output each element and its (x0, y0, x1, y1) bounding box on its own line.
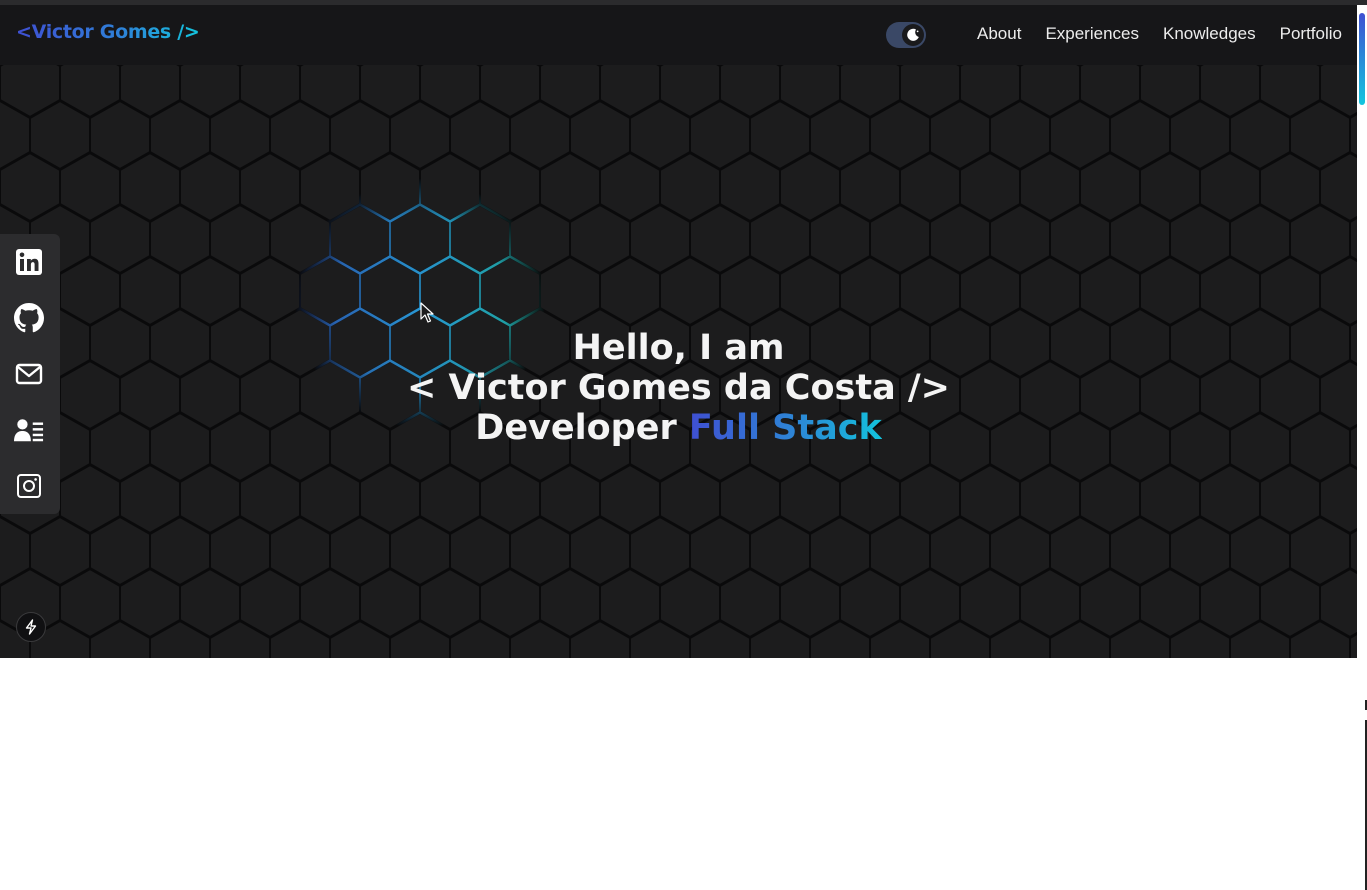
moon-icon (907, 28, 919, 41)
github-icon (14, 303, 44, 333)
hero-role-prefix: Developer (475, 408, 689, 448)
mail-icon (15, 363, 43, 385)
nav-link-experiences[interactable]: Experiences (1045, 24, 1139, 44)
framework-badge[interactable] (16, 612, 46, 642)
linkedin-link[interactable] (14, 247, 44, 277)
hero-greeting: Hello, I am (572, 328, 785, 368)
page: <Victor Gomes /> About Experiences Knowl… (0, 0, 1367, 890)
instagram-link[interactable] (14, 471, 44, 501)
nav-link-portfolio[interactable]: Portfolio (1280, 24, 1342, 44)
site-logo[interactable]: <Victor Gomes /> (16, 21, 200, 43)
navbar: <Victor Gomes /> About Experiences Knowl… (0, 5, 1357, 65)
theme-toggle-knob (902, 24, 924, 46)
instagram-icon (17, 474, 41, 498)
contact-card-icon (14, 419, 44, 442)
hero-section: Hello, I am < Victor Gomes da Costa /> D… (0, 65, 1357, 658)
email-link[interactable] (14, 359, 44, 389)
contact-link[interactable] (14, 415, 44, 445)
theme-toggle[interactable] (886, 22, 926, 48)
lightning-icon (25, 619, 37, 635)
scrollbar-thumb[interactable] (1359, 13, 1365, 105)
hero-name: < Victor Gomes da Costa /> (406, 368, 950, 408)
github-link[interactable] (14, 303, 44, 333)
hero-headline: Hello, I am < Victor Gomes da Costa /> D… (0, 328, 1357, 448)
nav-links: About Experiences Knowledges Portfolio (977, 24, 1342, 44)
linkedin-icon (16, 249, 42, 275)
mouse-cursor-icon (420, 302, 434, 323)
nav-link-about[interactable]: About (977, 24, 1021, 44)
hero-role: Developer Full Stack (0, 408, 1357, 448)
hero-role-highlight: Full Stack (688, 408, 882, 448)
nav-link-knowledges[interactable]: Knowledges (1163, 24, 1256, 44)
social-sidebar (0, 234, 60, 514)
